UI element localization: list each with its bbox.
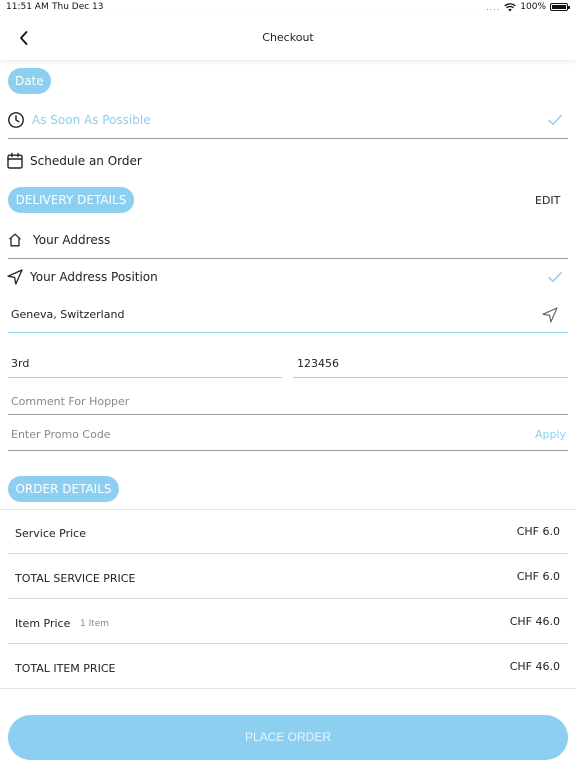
row-value: CHF 6.0 [516,570,560,583]
battery-percent: 100% [520,2,546,12]
status-right: .... 100% [486,2,570,12]
place-order-button[interactable]: PLACE ORDER [8,715,568,760]
floor-underline [8,377,282,378]
battery-fill [552,5,566,9]
comment-input[interactable]: Comment For Hopper [11,395,129,408]
date-pill: Date [8,68,51,94]
divider [8,258,568,259]
nav-header: Checkout [0,16,576,60]
location-input[interactable]: Geneva, Switzerland [11,308,124,321]
table-row: TOTAL SERVICE PRICE CHF 6.0 [0,554,576,599]
row-label: Service Price [15,527,86,540]
row-value: CHF 46.0 [509,615,560,628]
apply-button[interactable]: Apply [535,428,566,441]
navigation-arrow-icon[interactable] [541,306,559,324]
floor-input[interactable]: 3rd [11,357,29,370]
wifi-icon [504,2,516,11]
edit-button[interactable]: EDIT [535,194,560,207]
table-row: TOTAL ITEM PRICE CHF 46.0 [0,644,576,689]
delivery-details-pill: DELIVERY DETAILS [8,187,134,213]
divider [0,688,576,689]
home-icon [9,233,21,247]
status-time: 11:51 AM [6,2,49,12]
row-value: CHF 6.0 [516,525,560,538]
calendar-icon [7,152,23,169]
status-bar: 11:51 AM Thu Dec 13 .... 100% [0,0,576,16]
clock-icon [8,112,24,128]
your-address-label[interactable]: Your Address [33,233,110,247]
row-label: TOTAL ITEM PRICE [15,662,116,675]
navigation-arrow-icon [7,269,23,285]
row-value: CHF 46.0 [509,660,560,673]
order-details-pill: ORDER DETAILS [8,476,119,502]
address-position-label[interactable]: Your Address Position [30,270,158,284]
promo-code-input[interactable]: Enter Promo Code [11,428,111,441]
page-title: Checkout [262,31,314,44]
row-label: TOTAL SERVICE PRICE [15,572,136,585]
comment-underline [8,414,568,415]
row-sublabel: 1 Item [80,619,110,629]
bottom-bar [0,763,576,768]
table-row: Service Price CHF 6.0 [0,509,576,554]
row-label: Item Price [15,617,71,630]
door-code-input[interactable]: 123456 [297,357,339,370]
divider [8,138,568,139]
check-icon [548,115,562,125]
battery-icon [550,3,570,11]
asap-option[interactable]: As Soon As Possible [32,113,151,127]
schedule-order-option[interactable]: Schedule an Order [30,154,142,168]
location-underline [8,332,568,333]
multitasking-dots: .... [486,2,501,12]
promo-underline [8,450,568,451]
check-icon [548,272,562,282]
status-date: Thu Dec 13 [52,2,104,12]
door-code-underline [293,377,568,378]
table-row: Item Price 1 Item CHF 46.0 [0,599,576,644]
